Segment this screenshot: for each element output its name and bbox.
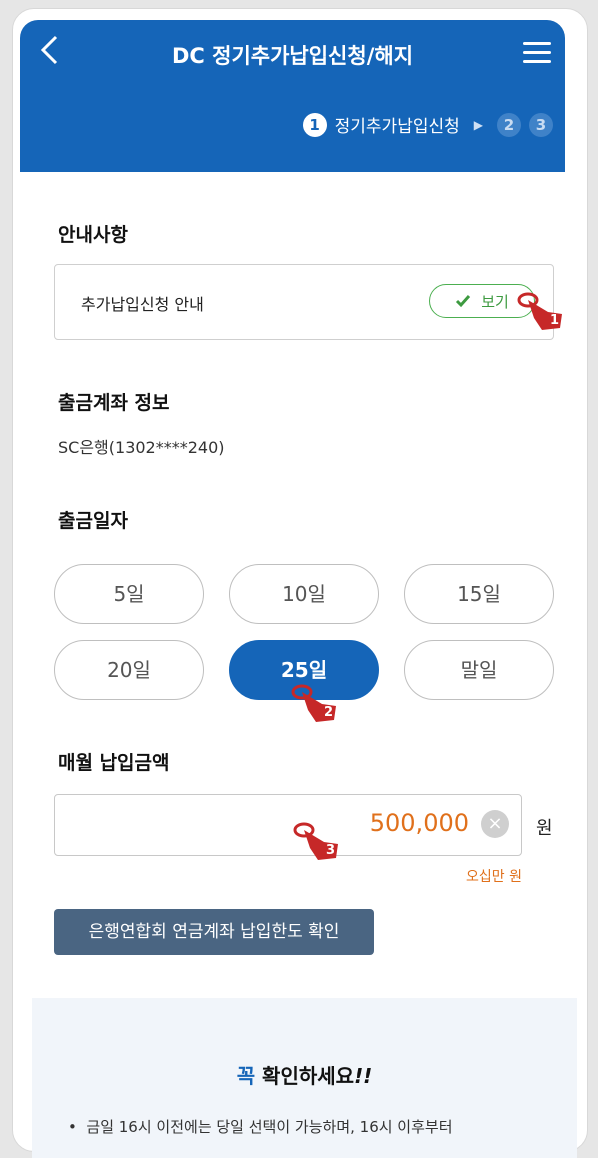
date-option-20[interactable]: 20일 xyxy=(54,640,204,700)
notice-item: • 금일 16시 이전에는 당일 선택이 가능하며, 16시 이후부터 xyxy=(68,1118,453,1136)
notice-title-mark: !! xyxy=(354,1064,373,1088)
date-option-15[interactable]: 15일 xyxy=(404,564,554,624)
date-section-title: 출금일자 xyxy=(58,510,128,532)
limit-check-button[interactable]: 은행연합회 연금계좌 납입한도 확인 xyxy=(54,909,374,955)
account-value: SC은행(1302****240) xyxy=(58,438,225,457)
check-icon xyxy=(456,295,471,308)
pointer-hand-icon-1: 1 xyxy=(517,292,562,330)
notice-item-text: 금일 16시 이전에는 당일 선택이 가능하며, 16시 이후부터 xyxy=(86,1118,453,1136)
play-arrow-icon: ▶ xyxy=(473,117,483,132)
pointer-hand-icon-2: 2 xyxy=(291,684,336,722)
clear-icon[interactable]: × xyxy=(481,810,509,838)
step-3-badge: 3 xyxy=(529,112,553,137)
amount-korean-text: 오십만 원 xyxy=(466,869,522,885)
amount-input[interactable]: 500,000 × xyxy=(54,794,522,856)
amount-value: 500,000 xyxy=(369,809,469,837)
currency-unit: 원 xyxy=(536,818,553,839)
date-option-month-end[interactable]: 말일 xyxy=(404,640,554,700)
guide-item-label: 추가납입신청 안내 xyxy=(81,295,204,314)
step-indicator: 1 정기추가납입신청 ▶ 2 3 xyxy=(302,112,553,137)
pointer-number-1: 1 xyxy=(550,313,559,328)
app-header: DC 정기추가납입신청/해지 1 정기추가납입신청 ▶ 2 3 xyxy=(20,20,565,172)
page-title: DC 정기추가납입신청/해지 xyxy=(171,44,414,68)
guide-box: 추가납입신청 안내 보기 xyxy=(54,264,554,340)
step-2-badge: 2 xyxy=(497,112,521,137)
step-1-badge: 1 xyxy=(302,112,327,137)
menu-button[interactable] xyxy=(523,42,551,64)
view-button-label: 보기 xyxy=(481,292,509,311)
hamburger-menu-icon xyxy=(523,42,551,45)
notice-title-accent: 꼭 xyxy=(236,1064,256,1088)
step-1-label: 정기추가납입신청 xyxy=(334,117,460,137)
amount-section-title: 매월 납입금액 xyxy=(58,752,170,774)
notice-panel: 꼭 확인하세요!! • 금일 16시 이전에는 당일 선택이 가능하며, 16시… xyxy=(32,998,577,1158)
guide-section-title: 안내사항 xyxy=(58,224,128,246)
pointer-hand-icon-3: 3 xyxy=(293,822,338,860)
account-section-title: 출금계좌 정보 xyxy=(58,392,170,414)
pointer-number-2: 2 xyxy=(324,705,333,720)
date-option-5[interactable]: 5일 xyxy=(54,564,204,624)
notice-title-text: 확인하세요 xyxy=(255,1064,355,1088)
notice-title: 꼭 확인하세요!! xyxy=(32,1060,577,1089)
date-option-10[interactable]: 10일 xyxy=(229,564,379,624)
pointer-number-3: 3 xyxy=(326,843,335,858)
